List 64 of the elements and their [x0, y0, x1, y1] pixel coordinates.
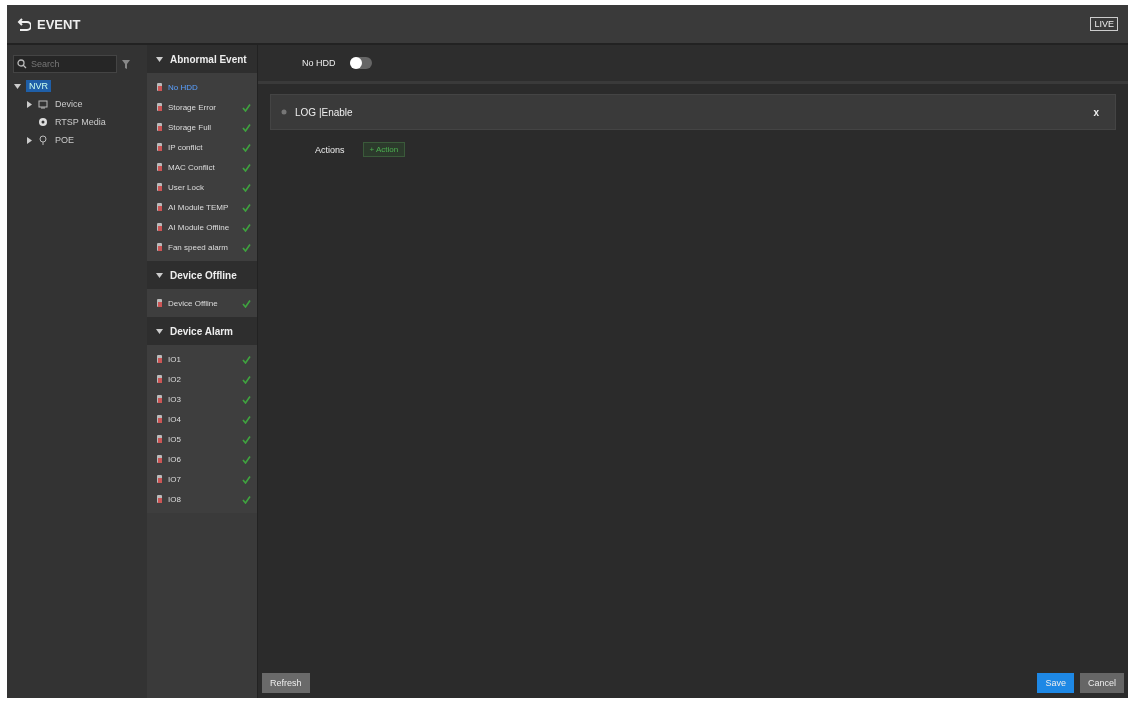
actions-label: Actions [315, 144, 345, 155]
node-icon [38, 135, 48, 145]
alarm-device-icon [155, 374, 164, 384]
page-title: EVENT [37, 16, 81, 32]
node-icon [38, 99, 48, 109]
event-item[interactable]: IO5 [168, 434, 238, 444]
event-item[interactable]: Storage Full [168, 122, 238, 132]
event-item[interactable]: IO4 [168, 414, 238, 424]
group-header[interactable]: Device Alarm [147, 317, 257, 345]
alarm-device-icon [155, 102, 164, 112]
group-title: Device Offline [170, 269, 237, 281]
event-item[interactable]: Storage Error [168, 102, 238, 112]
alarm-device-icon [155, 182, 164, 192]
event-item[interactable]: MAC Conflict [168, 162, 238, 172]
alarm-device-icon [155, 394, 164, 404]
group-header[interactable]: Device Offline [147, 261, 257, 289]
tree-node[interactable]: NVR [26, 80, 51, 92]
event-item[interactable]: IO6 [168, 454, 238, 464]
tree-node[interactable]: Device [52, 98, 86, 110]
add-action-button[interactable]: + Action [362, 142, 406, 157]
event-item[interactable]: IO3 [168, 394, 238, 404]
alarm-device-icon [155, 162, 164, 172]
tree-node[interactable]: POE [52, 134, 77, 146]
tree-node[interactable]: RTSP Media [52, 116, 109, 128]
bullet-icon [281, 109, 287, 115]
event-item[interactable]: No HDD [168, 82, 238, 92]
alarm-device-icon [155, 474, 164, 484]
alarm-device-icon [155, 142, 164, 152]
close-button[interactable]: x [1087, 105, 1105, 119]
alarm-device-icon [155, 434, 164, 444]
search-icon [17, 59, 27, 69]
refresh-button[interactable]: Refresh [262, 673, 310, 693]
event-item[interactable]: User Lock [168, 182, 238, 192]
group-header[interactable]: Abnormal Event [147, 45, 257, 73]
switch-label: No HDD [302, 58, 336, 68]
group-title: Abnormal Event [170, 53, 247, 65]
back-icon [17, 16, 31, 32]
event-item[interactable]: AI Module Offline [168, 222, 238, 232]
event-item[interactable]: IO2 [168, 374, 238, 384]
alarm-device-icon [155, 122, 164, 132]
alarm-device-icon [155, 354, 164, 364]
event-item[interactable]: IO8 [168, 494, 238, 504]
alarm-device-icon [155, 414, 164, 424]
node-icon [38, 117, 48, 127]
cancel-button[interactable]: Cancel [1080, 673, 1124, 693]
filter-icon [122, 59, 130, 69]
event-item[interactable]: IP conflict [168, 142, 238, 152]
search-field[interactable]: Search [13, 55, 117, 73]
alarm-device-icon [155, 222, 164, 232]
log-panel-header[interactable]: LOG |Enable x [270, 94, 1116, 130]
group-title: Device Alarm [170, 325, 233, 337]
alarm-device-icon [155, 202, 164, 212]
alarm-device-icon [155, 454, 164, 464]
panel-title: LOG |Enable [295, 106, 354, 118]
event-item[interactable]: AI Module TEMP [168, 202, 238, 212]
toggle-switch[interactable] [349, 57, 372, 69]
alarm-device-icon [155, 242, 164, 252]
live-button[interactable]: LIVE [1090, 17, 1118, 31]
event-item[interactable]: Fan speed alarm [168, 242, 238, 252]
event-item[interactable]: IO1 [168, 354, 238, 364]
alarm-device-icon [155, 298, 164, 308]
alarm-device-icon [155, 494, 164, 504]
event-item[interactable]: IO7 [168, 474, 238, 484]
alarm-device-icon [155, 82, 164, 92]
